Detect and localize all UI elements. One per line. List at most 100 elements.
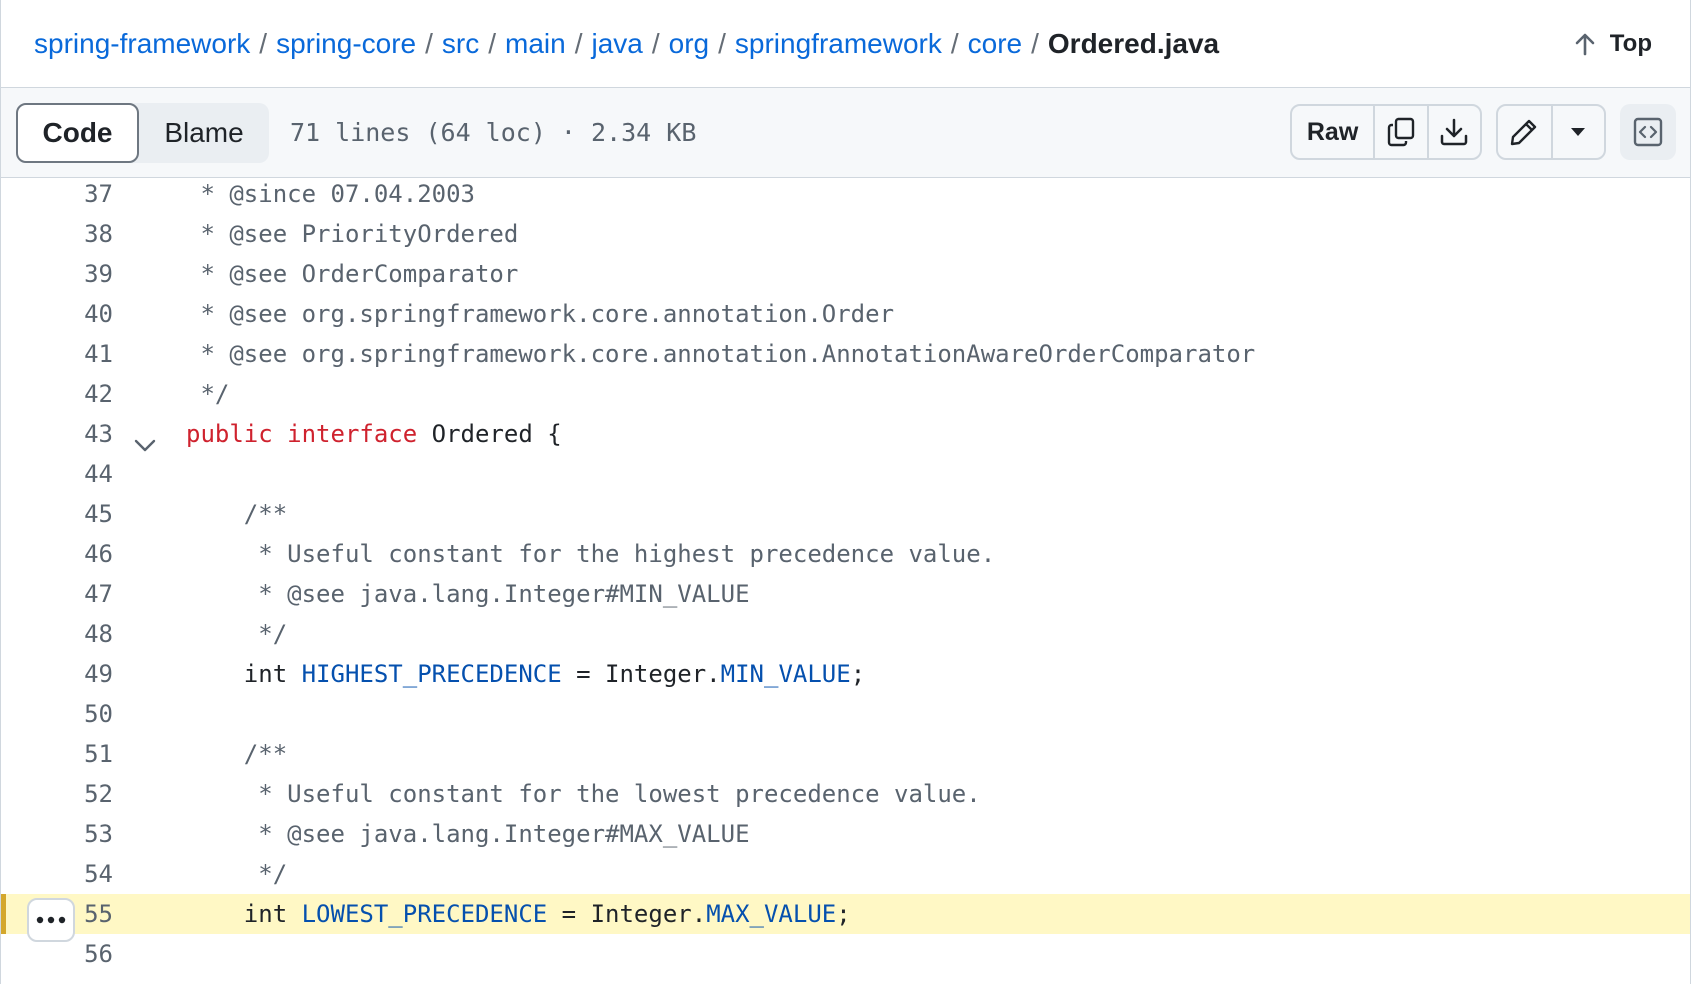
breadcrumb-separator: /	[718, 28, 726, 59]
line-code: */	[186, 374, 229, 414]
code-view-frame: spring-framework / spring-core / src / main / ja…	[0, 0, 1691, 984]
code-line: 54 */	[1, 854, 1690, 894]
code-line: 53 * @see java.lang.Integer#MAX_VALUE	[1, 814, 1690, 854]
breadcrumb-separator: /	[950, 28, 959, 59]
code-line: 43 public interface Ordered {	[1, 414, 1690, 454]
code-line: 41 * @see org.springframework.core.annot…	[1, 334, 1690, 374]
file-header: spring-framework / spring-core / src / main / ja…	[1, 0, 1690, 88]
line-number[interactable]: 50	[1, 694, 113, 734]
line-code: public interface Ordered {	[186, 414, 562, 454]
line-code: * @see java.lang.Integer#MAX_VALUE	[186, 814, 749, 854]
code-token: * Useful constant for the lowest precede…	[186, 780, 981, 808]
code-token: int	[186, 660, 302, 688]
line-code: * Useful constant for the lowest precede…	[186, 774, 981, 814]
line-code: /**	[186, 494, 287, 534]
line-code: */	[186, 614, 287, 654]
copy-icon	[1387, 117, 1415, 147]
code-line: 37 * @since 07.04.2003	[1, 174, 1690, 214]
line-number[interactable]: 42	[1, 374, 113, 414]
code-token: = Integer.	[547, 900, 707, 928]
breadcrumb-link[interactable]: core	[968, 28, 1022, 59]
line-number[interactable]: 51	[1, 734, 113, 774]
edit-file-button[interactable]	[1498, 106, 1551, 158]
code-token: public	[186, 420, 273, 448]
code-token: /**	[186, 500, 288, 528]
breadcrumb-link[interactable]: java	[592, 28, 643, 59]
line-code: /**	[186, 734, 287, 774]
pencil-icon	[1511, 119, 1537, 146]
line-number[interactable]: 39	[1, 254, 113, 294]
line-number[interactable]: 41	[1, 334, 113, 374]
breadcrumb-link[interactable]: org	[669, 28, 709, 59]
line-number[interactable]: 40	[1, 294, 113, 334]
code-line: 56	[1, 934, 1690, 974]
download-button[interactable]	[1426, 106, 1480, 158]
code-line: 52 * Useful constant for the lowest prec…	[1, 774, 1690, 814]
line-number[interactable]: 45	[1, 494, 113, 534]
code-line: 55 int LOWEST_PRECEDENCE = Integer.MAX_V…	[1, 894, 1690, 942]
line-number[interactable]: 48	[1, 614, 113, 654]
line-code: * @see PriorityOrdered	[186, 214, 518, 254]
breadcrumb-link[interactable]: src	[442, 28, 479, 59]
tab-code[interactable]: Code	[16, 103, 139, 163]
file-toolbar: Code Blame 71 lines (64 loc) · 2.34 KB R…	[1, 88, 1690, 178]
code-token: * @see org.springframework.core.annotati…	[186, 340, 1256, 368]
copy-raw-button[interactable]	[1373, 106, 1426, 158]
line-code: * @see org.springframework.core.annotati…	[186, 294, 894, 334]
line-code: */	[186, 854, 287, 894]
code-token: ;	[836, 900, 851, 928]
top-button[interactable]: Top	[1574, 26, 1652, 62]
breadcrumb-separator: /	[488, 28, 497, 59]
line-number[interactable]: 38	[1, 214, 113, 254]
line-number[interactable]: 44	[1, 454, 113, 494]
code-token: = Integer.	[561, 660, 721, 688]
tab-blame[interactable]: Blame	[139, 103, 269, 163]
line-number[interactable]: 49	[1, 654, 113, 694]
code-token: * @see OrderComparator	[186, 260, 519, 288]
code-token: /**	[186, 740, 288, 768]
code-token: * @since 07.04.2003	[186, 180, 475, 208]
line-number[interactable]: 53	[1, 814, 113, 854]
top-button-label: Top	[1609, 30, 1652, 57]
breadcrumb-link[interactable]: spring-core	[276, 28, 416, 59]
code-token: int	[186, 900, 302, 928]
code-line: 48 */	[1, 614, 1690, 654]
code-token: * Useful constant for the highest preced…	[186, 540, 996, 568]
line-number[interactable]: 52	[1, 774, 113, 814]
line-code: * @see org.springframework.core.annotati…	[186, 334, 1255, 374]
line-number[interactable]: 47	[1, 574, 113, 614]
code-token: */	[186, 860, 288, 888]
code-viewer: 37 * @since 07.04.2003 38 * @see Priority…	[1, 180, 1690, 984]
breadcrumb-current-file: Ordered.java	[1047, 28, 1220, 59]
line-number[interactable]: 54	[1, 854, 113, 894]
code-token: HIGHEST_PRECEDENCE	[301, 660, 562, 688]
file-meta: 71 lines (64 loc) · 2.34 KB	[290, 118, 697, 147]
code-line: 46 * Useful constant for the highest pre…	[1, 534, 1690, 574]
line-number[interactable]: 55	[1, 894, 113, 934]
line-code: * @since 07.04.2003	[186, 174, 475, 214]
code-token: Ordered {	[417, 420, 562, 448]
breadcrumb-link[interactable]: main	[505, 28, 566, 59]
code-token: MAX_VALUE	[706, 900, 837, 928]
arrow-up-icon	[1575, 33, 1595, 56]
line-number[interactable]: 46	[1, 534, 113, 574]
line-code: * @see OrderComparator	[186, 254, 518, 294]
code-line: 47 * @see java.lang.Integer#MIN_VALUE	[1, 574, 1690, 614]
line-code: * Useful constant for the highest preced…	[186, 534, 995, 574]
code-line: 39 * @see OrderComparator	[1, 254, 1690, 294]
fold-toggle[interactable]	[134, 426, 156, 452]
breadcrumb-separator: /	[574, 28, 583, 59]
breadcrumb-link[interactable]: spring-framework	[34, 28, 250, 59]
breadcrumb-separator: /	[425, 28, 433, 59]
breadcrumb-link[interactable]: springframework	[735, 28, 942, 59]
code-line: 49 int HIGHEST_PRECEDENCE = Integer.MIN_…	[1, 654, 1690, 694]
code-token: */	[186, 620, 288, 648]
edit-more-options-button[interactable]	[1550, 106, 1604, 158]
line-number[interactable]: 43	[1, 414, 113, 454]
download-icon	[1441, 118, 1468, 146]
raw-button[interactable]: Raw	[1292, 106, 1373, 158]
line-number[interactable]: 56	[1, 934, 113, 974]
line-number[interactable]: 37	[1, 174, 113, 214]
symbols-panel-button[interactable]	[1620, 104, 1676, 160]
